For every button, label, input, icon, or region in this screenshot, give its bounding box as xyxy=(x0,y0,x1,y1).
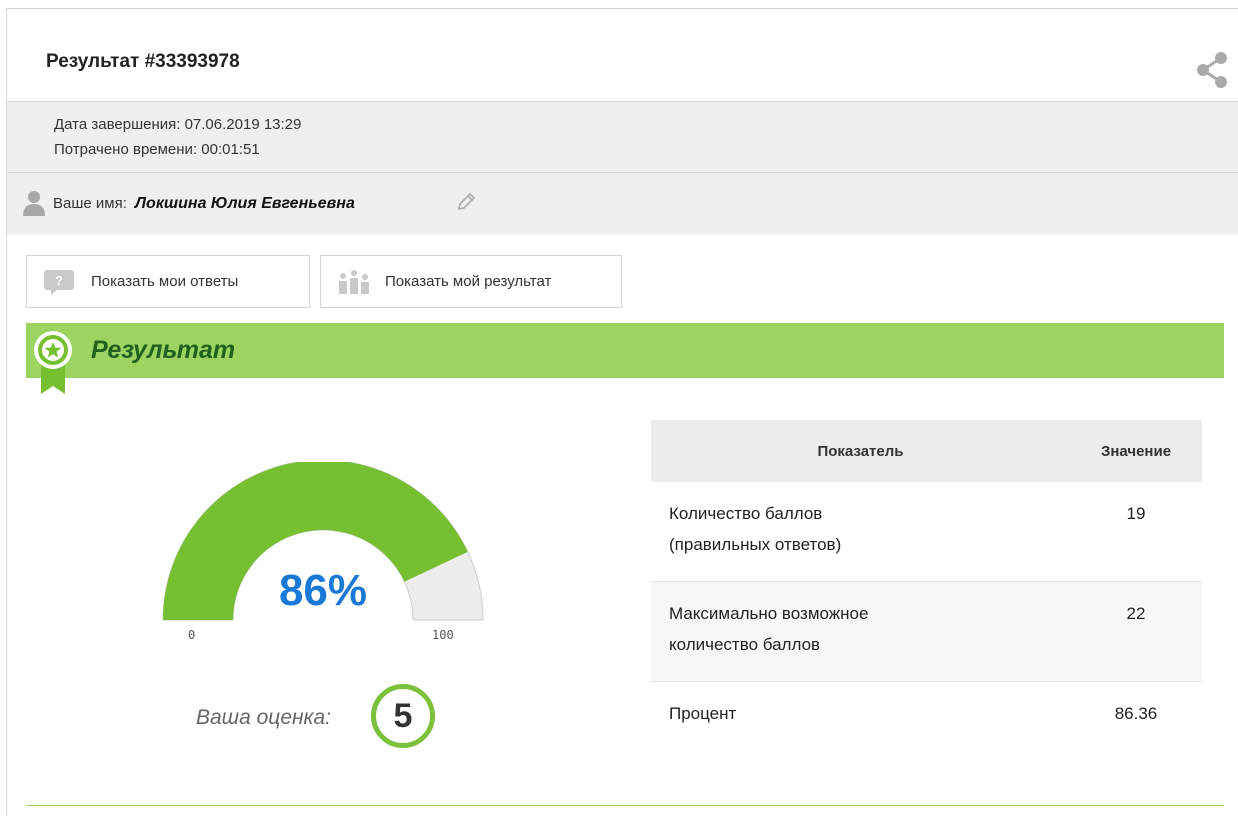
user-name: Локшина Юлия Евгеньевна xyxy=(135,195,355,212)
award-badge-icon xyxy=(34,331,72,394)
share-icon[interactable] xyxy=(1196,51,1230,89)
page-title: Результат #33393978 xyxy=(46,51,240,72)
show-result-button[interactable]: Показать мой результат xyxy=(320,255,622,308)
name-label: Ваше имя: xyxy=(53,195,127,212)
column-header-indicator: Показатель xyxy=(651,420,1070,482)
grade-label: Ваша оценка: xyxy=(196,706,331,729)
result-header: Результат #33393978 xyxy=(7,9,1238,102)
row-label: Количество баллов (правильных ответов) xyxy=(651,482,1070,582)
result-section-title: Результат xyxy=(91,336,236,364)
table-row: Процент 86.36 xyxy=(651,681,1202,767)
result-banner: Результат xyxy=(26,323,1224,378)
row-label: Процент xyxy=(651,681,1070,767)
svg-text:?: ? xyxy=(55,273,63,288)
info-panel: Дата завершения: 07.06.2019 13:29 Потрач… xyxy=(7,102,1238,173)
results-table: Показатель Значение Количество баллов (п… xyxy=(651,420,1202,767)
name-bar: Ваше имя: Локшина Юлия Евгеньевна xyxy=(7,173,1238,234)
row-value: 22 xyxy=(1070,581,1202,682)
gauge-min-label: 0 xyxy=(188,628,196,642)
gauge-percentage: 86% xyxy=(278,566,368,615)
row-value: 19 xyxy=(1070,482,1202,582)
edit-pencil-icon[interactable] xyxy=(455,191,477,213)
name-label-row: Ваше имя: Локшина Юлия Евгеньевна xyxy=(53,195,355,213)
table-header-row: Показатель Значение xyxy=(651,420,1202,482)
completion-date: Дата завершения: 07.06.2019 13:29 xyxy=(54,116,302,133)
leaderboard-icon xyxy=(339,270,369,294)
gauge-max-label: 100 xyxy=(432,628,454,642)
bottom-divider xyxy=(26,805,1224,806)
show-answers-label: Показать мои ответы xyxy=(91,273,239,290)
question-bubble-icon: ? xyxy=(44,270,74,295)
grade-badge: 5 xyxy=(371,684,435,748)
show-result-label: Показать мой результат xyxy=(385,273,552,290)
show-answers-button[interactable]: ? Показать мои ответы xyxy=(26,255,310,308)
column-header-value: Значение xyxy=(1070,420,1202,482)
row-value: 86.36 xyxy=(1070,681,1202,767)
table-row: Количество баллов (правильных ответов) 1… xyxy=(651,482,1202,582)
user-icon xyxy=(23,191,45,216)
table-row: Максимально возможное количество баллов … xyxy=(651,581,1202,682)
time-spent: Потрачено времени: 00:01:51 xyxy=(54,141,260,158)
row-label: Максимально возможное количество баллов xyxy=(651,581,1070,682)
